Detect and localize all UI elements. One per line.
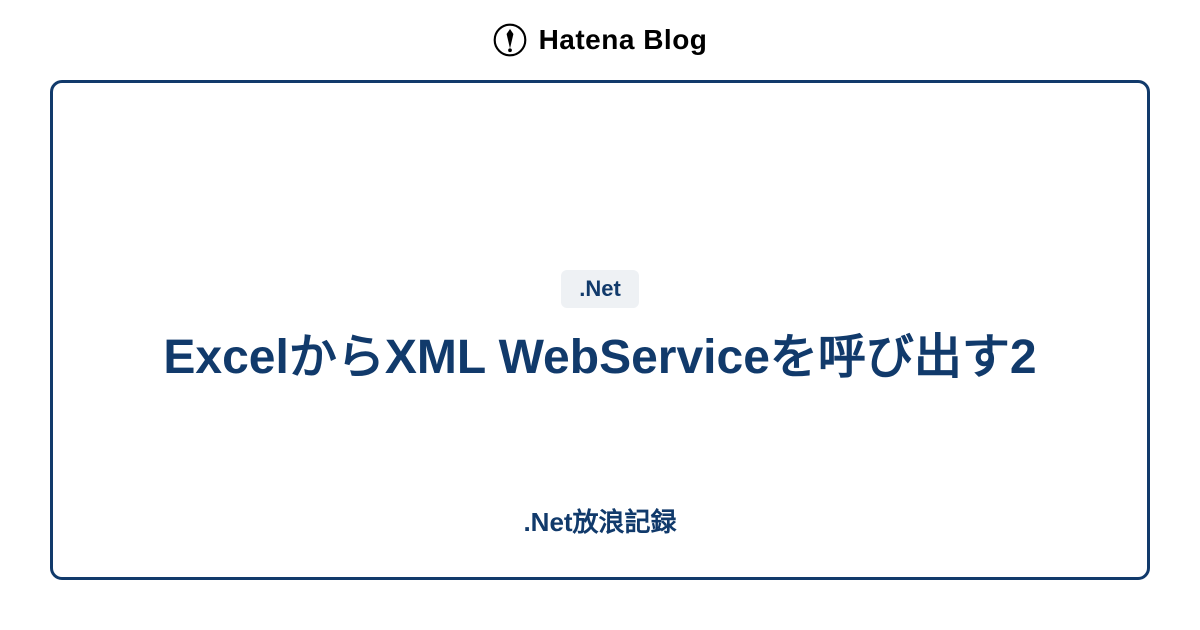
article-card: .Net ExcelからXML WebServiceを呼び出す2 .Net放浪記… xyxy=(50,80,1150,580)
hatena-logo-icon xyxy=(493,23,527,57)
category-badge: .Net xyxy=(561,270,639,308)
brand-header: Hatena Blog xyxy=(0,0,1200,80)
blog-name: .Net放浪記録 xyxy=(523,502,676,539)
article-title: ExcelからXML WebServiceを呼び出す2 xyxy=(163,326,1036,391)
brand-name: Hatena Blog xyxy=(539,24,708,56)
card-content: .Net ExcelからXML WebServiceを呼び出す2 xyxy=(163,270,1036,391)
